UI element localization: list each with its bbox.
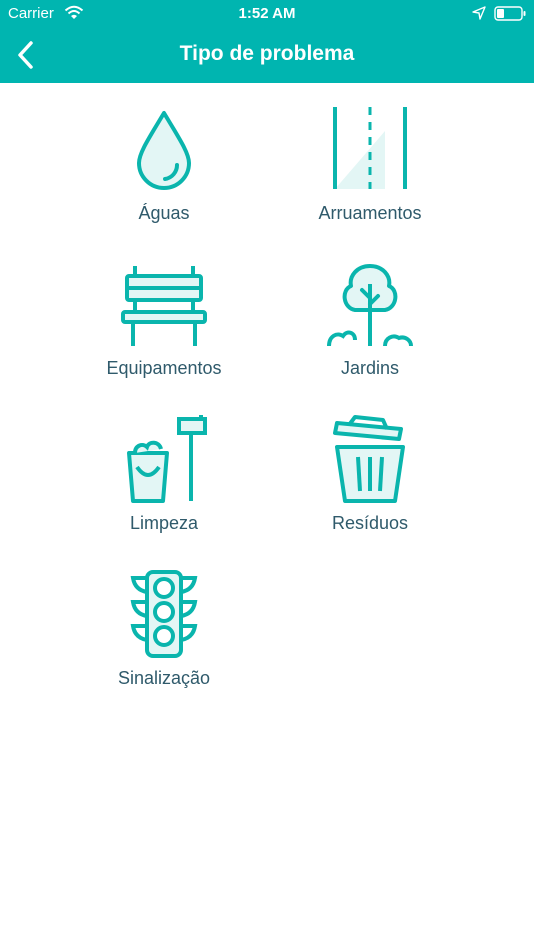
category-jardins[interactable]: Jardins [270, 238, 470, 388]
traffic-light-icon [130, 570, 198, 658]
category-label: Jardins [340, 358, 400, 378]
road-icon [333, 107, 407, 189]
navigation-bar: Tipo de problema [0, 28, 534, 83]
category-residuos[interactable]: Resíduos [270, 393, 470, 543]
category-label: Arruamentos [318, 203, 422, 223]
page-title: Tipo de problema [179, 42, 355, 65]
tree-icon [327, 264, 413, 347]
status-time: 1:52 AM [238, 5, 296, 22]
status-bar: Carrier 1:52 AM [0, 0, 534, 28]
battery-icon [494, 6, 526, 21]
category-label: Sinalização [117, 668, 211, 688]
category-equipamentos[interactable]: Equipamentos [64, 238, 264, 388]
category-sinalizacao[interactable]: Sinalização [64, 548, 264, 698]
location-arrow-icon [472, 6, 486, 20]
category-aguas[interactable]: Águas [64, 83, 264, 233]
bench-icon [121, 266, 207, 346]
category-label: Resíduos [331, 513, 409, 533]
category-limpeza[interactable]: Limpeza [64, 393, 264, 543]
category-label: Equipamentos [106, 358, 222, 378]
bucket-mop-icon [127, 415, 207, 503]
category-label: Águas [138, 203, 190, 223]
trash-bin-icon [333, 415, 405, 503]
water-drop-icon [137, 111, 191, 190]
category-arruamentos[interactable]: Arruamentos [270, 83, 470, 233]
category-label: Limpeza [129, 513, 199, 533]
